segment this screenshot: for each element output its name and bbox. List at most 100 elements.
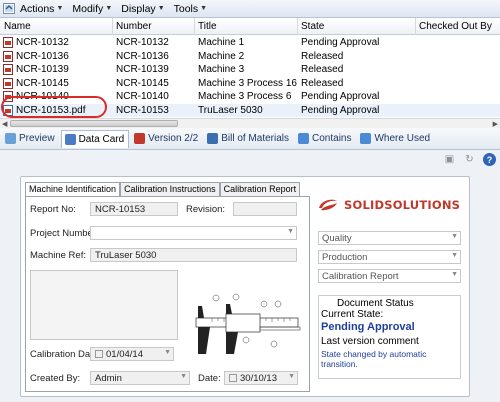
cell-name: NCR-10136 [16, 50, 69, 62]
column-divider[interactable] [415, 18, 416, 35]
column-header-number[interactable]: Number [116, 21, 152, 32]
chevron-down-icon: ▼ [451, 233, 458, 240]
notes-textarea[interactable] [30, 270, 178, 340]
menu-actions[interactable]: Actions ▼ [20, 3, 63, 15]
refresh-icon[interactable]: ↻ [463, 153, 476, 166]
quality-value: Quality [322, 233, 352, 244]
scrollbar-thumb[interactable] [10, 120, 178, 127]
help-icon[interactable]: ? [483, 153, 496, 166]
machine-ref-field[interactable]: TruLaser 5030 [90, 248, 297, 262]
calibration-report-value: Calibration Report [322, 271, 399, 282]
brand-name: SOLIDSOLUTIONS [344, 198, 461, 212]
column-header-checked-out-by[interactable]: Checked Out By [419, 21, 492, 32]
created-by-combo[interactable]: Admin ▼ [90, 371, 190, 385]
last-comment-value: State changed by automatic transition. [321, 349, 427, 369]
scroll-left-icon[interactable]: ◀ [2, 120, 7, 128]
menu-label: Actions [20, 2, 55, 15]
cell-title: Machine 1 [198, 37, 245, 48]
created-by-value: Admin [95, 373, 122, 384]
pdf-file-icon [3, 37, 13, 48]
preview-icon [5, 133, 16, 144]
chevron-down-icon: ▼ [180, 373, 187, 380]
project-number-label: Project Number: [30, 228, 99, 239]
quality-combo[interactable]: Quality ▼ [318, 231, 461, 245]
cell-name: NCR-10145 [16, 77, 69, 89]
column-divider[interactable] [194, 18, 195, 35]
data-card-icon [64, 133, 76, 145]
calibration-report-combo[interactable]: Calibration Report ▼ [318, 269, 461, 283]
vault-logo-icon [2, 3, 15, 15]
menu-modify[interactable]: Modify ▼ [72, 3, 112, 15]
cell-number: NCR-10136 [116, 50, 169, 62]
column-header-title[interactable]: Title [198, 21, 217, 32]
production-value: Production [322, 252, 368, 263]
column-header-name[interactable]: Name [4, 21, 31, 32]
menu-tools[interactable]: Tools ▼ [174, 3, 207, 15]
tab-calibration-instructions[interactable]: Calibration Instructions [120, 182, 220, 196]
report-no-label: Report No: [30, 204, 76, 215]
data-card: Machine Identification Calibration Instr… [20, 176, 470, 397]
column-header-state[interactable]: State [301, 21, 324, 32]
chevron-down-icon: ▼ [56, 5, 64, 12]
tab-where-used[interactable]: Where Used [357, 130, 434, 148]
chevron-down-icon: ▼ [164, 349, 171, 356]
table-row[interactable]: NCR-10145 NCR-10145 Machine 3 Process 16… [0, 77, 500, 91]
tab-label: Contains [312, 133, 352, 144]
document-status-title: Document Status [337, 298, 414, 309]
production-combo[interactable]: Production ▼ [318, 250, 461, 264]
tab-data-card[interactable]: Data Card [60, 129, 130, 148]
menu-bar: Actions ▼ Modify ▼ Display ▼ Tools ▼ [0, 0, 500, 18]
preview-tab-strip: Preview Data Card Version 2/2 Bill of Ma… [0, 128, 500, 150]
cell-number: NCR-10132 [116, 37, 169, 48]
tab-preview[interactable]: Preview [2, 130, 59, 148]
cell-number: NCR-10140 [116, 91, 169, 102]
scroll-right-icon[interactable]: ▶ [493, 120, 498, 128]
menu-label: Modify [72, 2, 104, 15]
pdf-file-icon [3, 77, 13, 89]
cell-title: Machine 3 [198, 64, 245, 75]
column-divider[interactable] [112, 18, 113, 35]
column-divider[interactable] [297, 18, 298, 35]
save-icon[interactable]: ▣ [443, 153, 456, 166]
menu-label: Display [121, 2, 156, 15]
table-row[interactable]: NCR-10136 NCR-10136 Machine 2 Released [0, 50, 500, 64]
data-card-pane: ▣ ↻ ? Machine Identification Calibration… [0, 150, 500, 402]
revision-label: Revision: [186, 204, 226, 215]
tab-bill-of-materials[interactable]: Bill of Materials [204, 130, 293, 148]
cell-state: Released [301, 64, 344, 75]
chevron-down-icon: ▼ [288, 373, 295, 380]
chevron-down-icon: ▼ [287, 228, 294, 235]
pdf-file-icon [3, 50, 13, 62]
table-row[interactable]: NCR-10132 NCR-10132 Machine 1 Pending Ap… [0, 36, 500, 50]
tab-calibration-report[interactable]: Calibration Report [219, 182, 301, 196]
chevron-down-icon: ▼ [451, 252, 458, 259]
bom-icon [207, 133, 219, 144]
calibration-date-value: 01/04/14 [106, 349, 143, 360]
table-row[interactable]: NCR-10139 NCR-10139 Machine 3 Released [0, 63, 500, 77]
cell-state: Pending Approval [301, 91, 380, 102]
report-no-field[interactable]: NCR-10153 [90, 202, 178, 216]
tab-version[interactable]: Version 2/2 [131, 130, 202, 148]
machine-ref-label: Machine Ref: [30, 250, 86, 261]
caliper-drawing-image [195, 293, 301, 354]
date-label: Date: [198, 373, 221, 384]
document-status-box: Document Status Current State: Pending A… [318, 295, 461, 379]
date-value: 30/10/13 [240, 373, 277, 384]
project-number-combo[interactable]: ▼ [90, 226, 297, 240]
menu-label: Tools [173, 2, 199, 15]
tab-contains[interactable]: Contains [295, 130, 355, 148]
contains-icon [298, 133, 310, 144]
revision-field[interactable] [233, 202, 297, 216]
checkbox-icon[interactable] [95, 350, 103, 358]
checkbox-icon[interactable] [229, 374, 237, 382]
cell-name: NCR-10132 [16, 37, 69, 48]
horizontal-scrollbar[interactable]: ◀ ▶ [0, 118, 500, 128]
tab-label: Where Used [374, 133, 431, 144]
machine-identification-panel: Report No: NCR-10153 Revision: Project N… [25, 196, 310, 392]
menu-display[interactable]: Display ▼ [121, 3, 164, 15]
date-picker[interactable]: 30/10/13 ▼ [224, 371, 298, 385]
tab-machine-identification[interactable]: Machine Identification [25, 182, 121, 197]
calibration-date-picker[interactable]: 01/04/14 ▼ [90, 347, 174, 361]
company-logo: SOLIDSOLUTIONS [316, 189, 466, 221]
cell-state: Pending Approval [301, 104, 380, 116]
